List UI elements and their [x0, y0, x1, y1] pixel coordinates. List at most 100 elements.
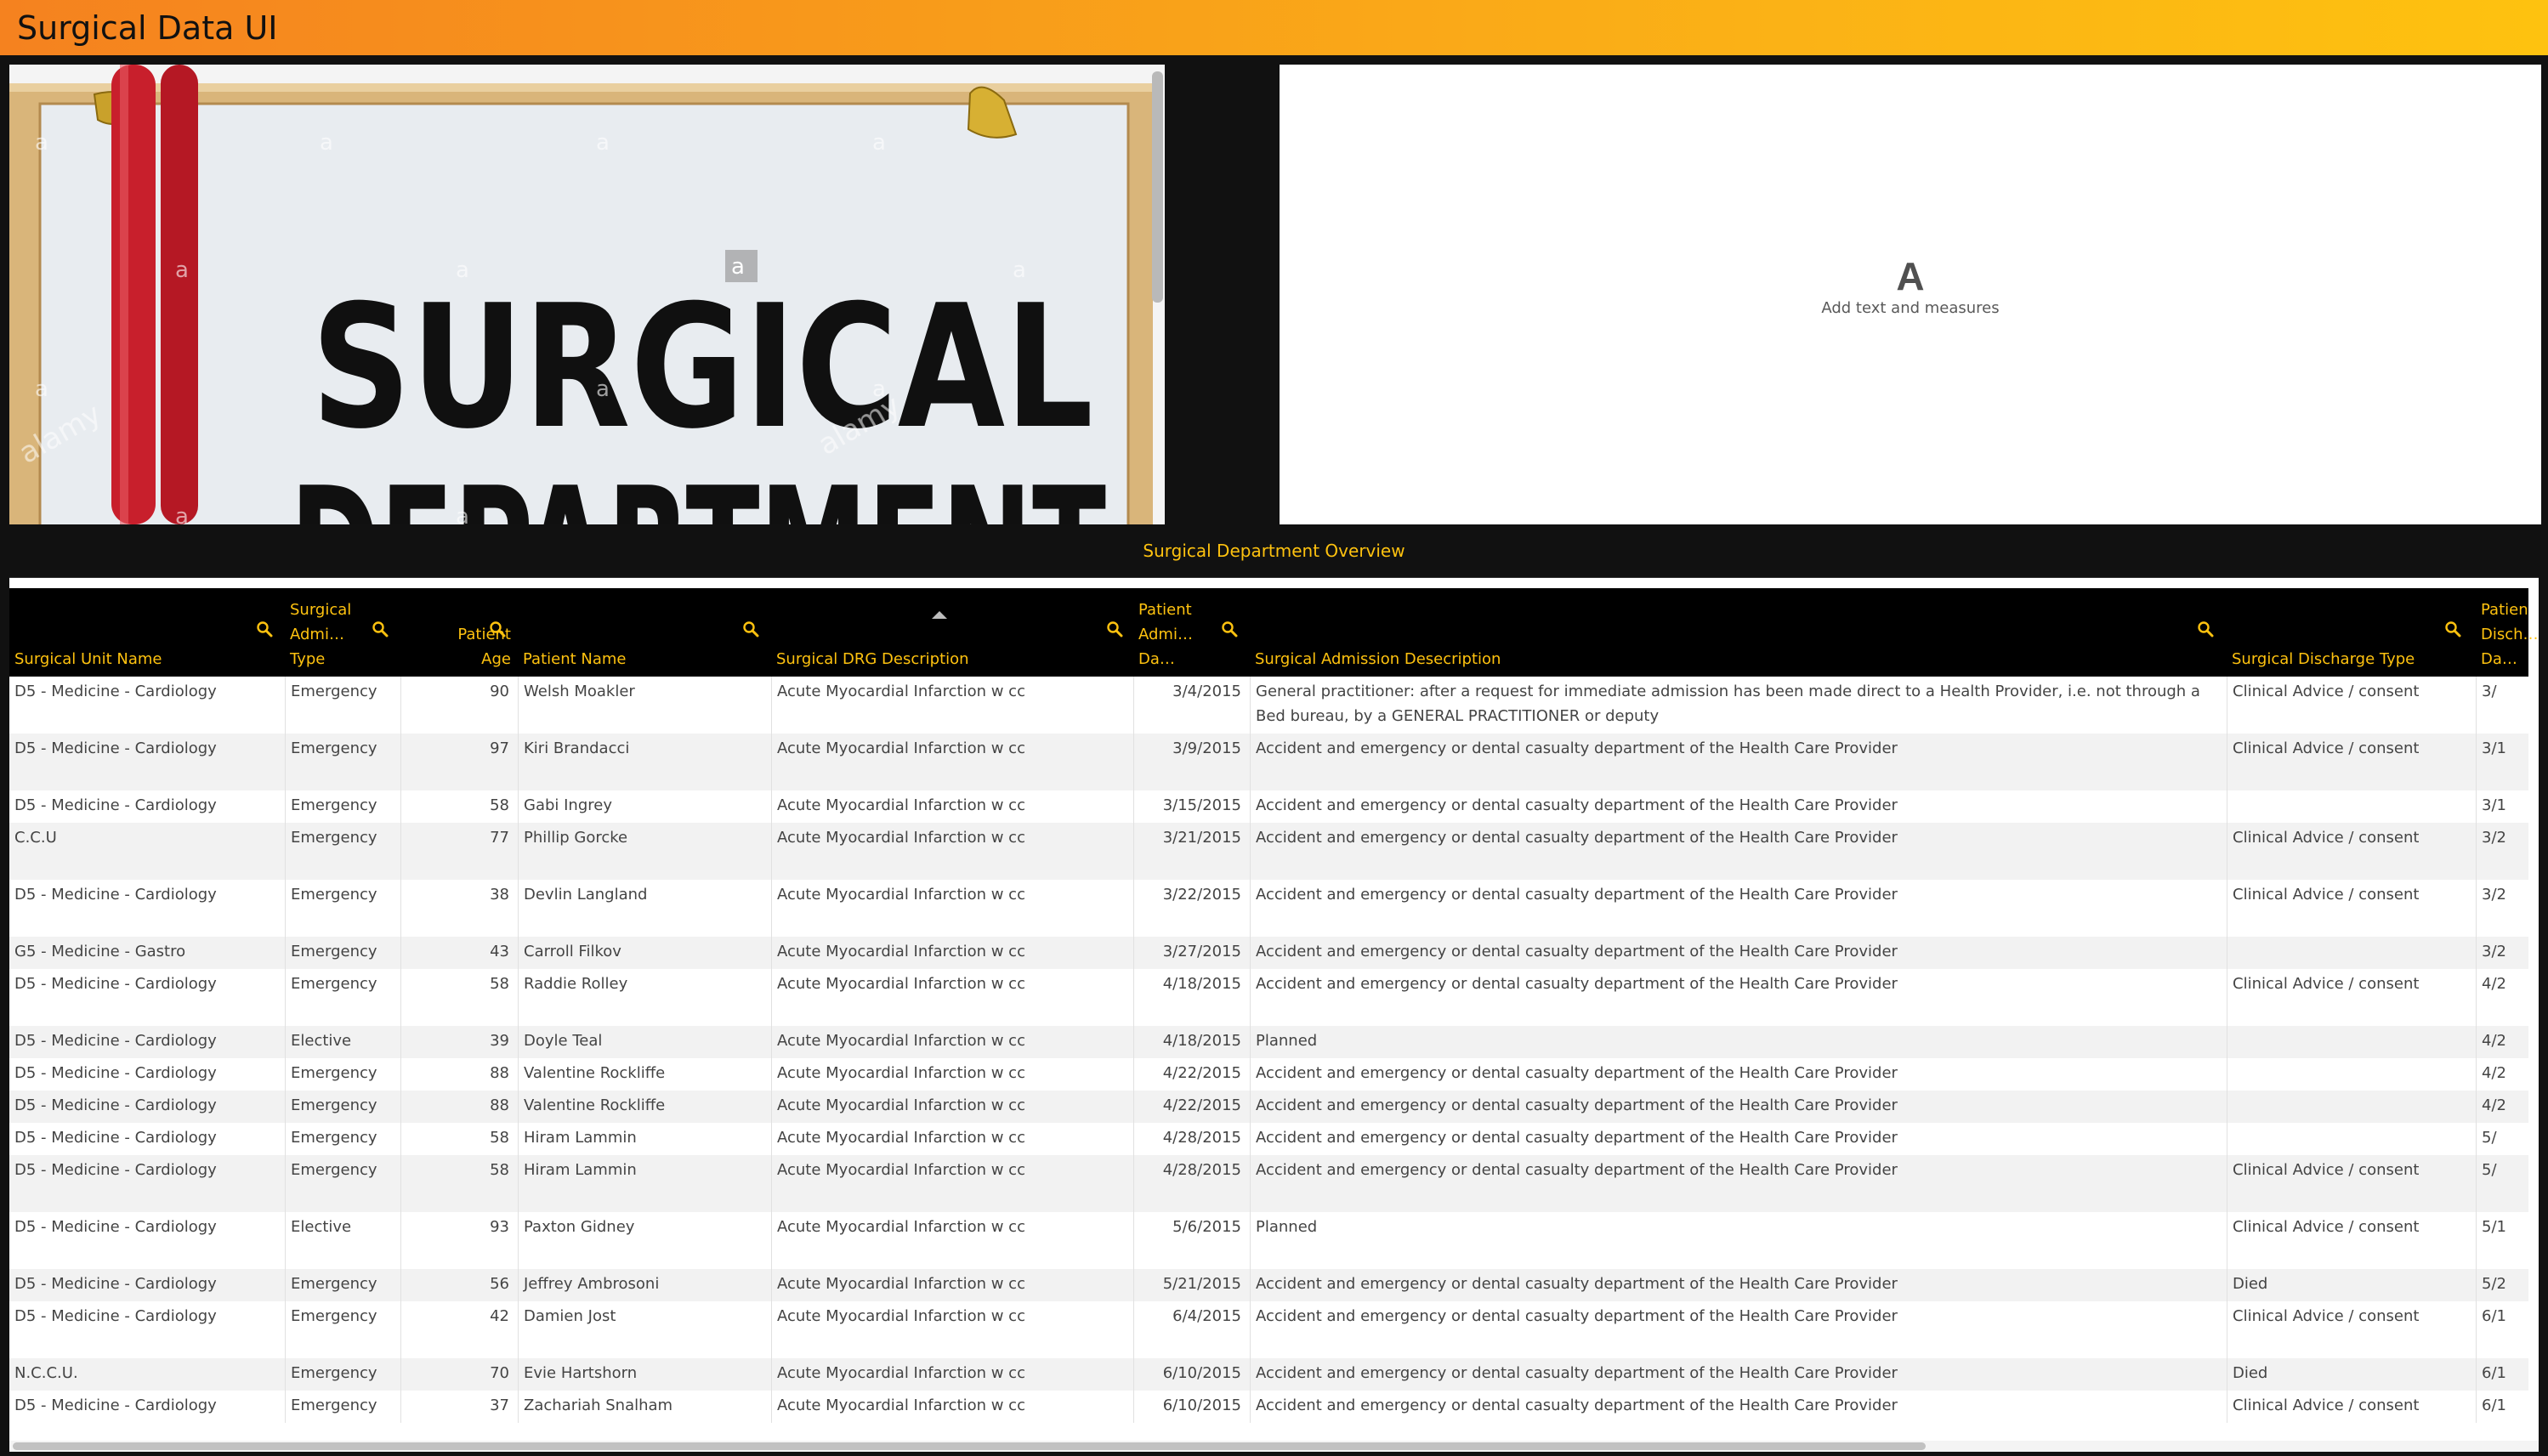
sign-text: SURGICAL — [311, 269, 1093, 467]
table-row[interactable]: D5 - Medicine - Cardiology Elective 93 Paxt… — [9, 1212, 2528, 1269]
table-cell — [2227, 937, 2476, 969]
column-search-icon[interactable] — [2444, 620, 2461, 637]
table-cell — [2227, 1058, 2476, 1091]
table-cell: 37 — [400, 1391, 518, 1423]
table-cell: Accident and emergency or dental casualt… — [1250, 1358, 2227, 1391]
table-cell: Acute Myocardial Infarction w cc — [771, 677, 1133, 734]
table-row[interactable]: D5 - Medicine - Cardiology Emergency 58 Hir… — [9, 1123, 2528, 1155]
column-header-label: Surgical Discharge Type — [2232, 650, 2415, 668]
table-cell: Clinical Advice / consent — [2227, 1212, 2476, 1269]
table-row[interactable]: D5 - Medicine - Cardiology Emergency 88 Val… — [9, 1091, 2528, 1123]
table-cell: 5/2 — [2476, 1269, 2528, 1301]
table-row[interactable]: D5 - Medicine - Cardiology Emergency 88 Val… — [9, 1058, 2528, 1091]
text-measures-panel[interactable]: A Add text and measures — [1280, 65, 2541, 524]
table-cell: Damien Jost — [518, 1301, 771, 1358]
column-header-7[interactable]: Surgical Admission Desecription — [1250, 588, 2227, 677]
table-cell: Accident and emergency or dental casualt… — [1250, 969, 2227, 1026]
table-cell — [2227, 1123, 2476, 1155]
column-search-icon[interactable] — [2197, 620, 2214, 637]
table-cell: Accident and emergency or dental casualt… — [1250, 1058, 2227, 1091]
table-cell: Jeffrey Ambrosoni — [518, 1269, 771, 1301]
image-panel[interactable]: SURGICAL DEPARTMENT alamy alamy aaaa aaa… — [9, 65, 1165, 524]
column-search-icon[interactable] — [489, 620, 506, 637]
table-cell: 3/2 — [2476, 937, 2528, 969]
table-cell: Valentine Rockliffe — [518, 1091, 771, 1123]
table-cell: Accident and emergency or dental casualt… — [1250, 1123, 2227, 1155]
column-search-icon[interactable] — [1221, 620, 1238, 637]
table-cell: 3/1 — [2476, 734, 2528, 790]
table-row[interactable]: D5 - Medicine - Cardiology Emergency 56 Jef… — [9, 1269, 2528, 1301]
surgical-sign-image: SURGICAL DEPARTMENT alamy alamy aaaa aaa… — [9, 65, 1165, 524]
table-cell — [2227, 790, 2476, 823]
table-cell: Died — [2227, 1358, 2476, 1391]
table-row[interactable]: D5 - Medicine - Cardiology Emergency 97 Kir… — [9, 734, 2528, 790]
table-cell: D5 - Medicine - Cardiology — [14, 1397, 217, 1414]
table-row[interactable]: N.C.C.U. Emergency 70 Evie Hartshorn Acute M… — [9, 1358, 2528, 1391]
svg-text:a: a — [456, 504, 469, 524]
table-cell: 3/ — [2476, 677, 2528, 734]
image-scrollbar[interactable] — [1152, 71, 1163, 303]
table-row[interactable]: D5 - Medicine - Cardiology Emergency 58 Rad… — [9, 969, 2528, 1026]
table-cell: Accident and emergency or dental casualt… — [1250, 880, 2227, 937]
column-header-5[interactable]: Surgical DRG Description — [771, 588, 1133, 677]
table-cell: D5 - Medicine - Cardiology — [14, 739, 217, 757]
svg-text:a: a — [35, 130, 48, 156]
table-cell: 70 — [400, 1358, 518, 1391]
table-cell: Elective — [285, 1212, 400, 1269]
column-search-icon[interactable] — [742, 620, 759, 637]
table-row[interactable]: C.C.U Emergency 77 Phillip Gorcke Acute Myoc… — [9, 823, 2528, 880]
table-cell: Accident and emergency or dental casualt… — [1250, 1269, 2227, 1301]
table-cell: 3/2 — [2476, 880, 2528, 937]
column-header-label: Surgical DRG Description — [776, 650, 969, 668]
table-cell: Phillip Gorcke — [518, 823, 771, 880]
column-header-9[interactable]: Patien Disch… Da… — [2476, 588, 2539, 677]
table-cell: Acute Myocardial Infarction w cc — [771, 880, 1133, 937]
table-row[interactable]: D5 - Medicine - Cardiology Emergency 58 Hir… — [9, 1155, 2528, 1212]
column-search-icon[interactable] — [256, 620, 273, 637]
table-cell: 3/9/2015 — [1133, 734, 1250, 790]
table-cell: Devlin Langland — [518, 880, 771, 937]
table-cell: Accident and emergency or dental casualt… — [1250, 1091, 2227, 1123]
table-cell: Raddie Rolley — [518, 969, 771, 1026]
table-row[interactable]: G5 - Medicine - Gastro Emergency 43 Carroll… — [9, 937, 2528, 969]
table-row[interactable]: D5 - Medicine - Cardiology Emergency 38 Dev… — [9, 880, 2528, 937]
table-cell: Kiri Brandacci — [518, 734, 771, 790]
table-header-row: Surgical Unit Name Surgical Admi… Type Patie… — [9, 588, 2539, 677]
table-cell: Clinical Advice / consent — [2227, 823, 2476, 880]
table-cell: Emergency — [285, 969, 400, 1026]
table-cell: D5 - Medicine - Cardiology — [14, 1096, 217, 1114]
table-cell: 97 — [400, 734, 518, 790]
table-cell: Carroll Filkov — [518, 937, 771, 969]
app-title: Surgical Data UI — [17, 9, 278, 47]
table-row[interactable]: D5 - Medicine - Cardiology Elective 39 Doyl… — [9, 1026, 2528, 1058]
table-cell: Acute Myocardial Infarction w cc — [771, 1212, 1133, 1269]
table-cell: Emergency — [285, 1155, 400, 1212]
column-header-1[interactable]: Surgical Unit Name — [9, 588, 285, 677]
column-search-icon[interactable] — [1106, 620, 1123, 637]
table-cell: 6/10/2015 — [1133, 1391, 1250, 1423]
table-row[interactable]: D5 - Medicine - Cardiology Emergency 42 Dam… — [9, 1301, 2528, 1358]
column-header-8[interactable]: Surgical Discharge Type — [2227, 588, 2476, 677]
column-header-label: Surgical Admission Desecription — [1255, 650, 1501, 668]
table-cell: Acute Myocardial Infarction w cc — [771, 937, 1133, 969]
table-cell: 39 — [400, 1026, 518, 1058]
table-row[interactable]: D5 - Medicine - Cardiology Emergency 37 Zac… — [9, 1391, 2528, 1423]
column-search-icon[interactable] — [372, 620, 389, 637]
add-text-measures-label: Add text and measures — [1821, 299, 2000, 317]
horizontal-scrollbar-thumb[interactable] — [13, 1442, 1926, 1450]
svg-text:DEPARTMENT: DEPARTMENT — [290, 451, 1106, 524]
table-cell: D5 - Medicine - Cardiology — [14, 1161, 217, 1179]
table-cell: D5 - Medicine - Cardiology — [14, 1275, 217, 1293]
svg-text:a: a — [175, 504, 189, 524]
title-bar: Surgical Data UI — [0, 0, 2548, 55]
table-cell: 93 — [400, 1212, 518, 1269]
table-cell: Emergency — [285, 734, 400, 790]
column-header-4[interactable]: Patient Name — [518, 588, 771, 677]
table-row[interactable]: D5 - Medicine - Cardiology Emergency 58 Gab… — [9, 790, 2528, 823]
table-cell: Emergency — [285, 937, 400, 969]
table-cell — [2227, 1091, 2476, 1123]
sort-indicator-icon[interactable] — [932, 611, 947, 619]
table-cell: D5 - Medicine - Cardiology — [14, 975, 217, 993]
table-row[interactable]: D5 - Medicine - Cardiology Emergency 90 Wel… — [9, 677, 2528, 734]
table-cell: 42 — [400, 1301, 518, 1358]
